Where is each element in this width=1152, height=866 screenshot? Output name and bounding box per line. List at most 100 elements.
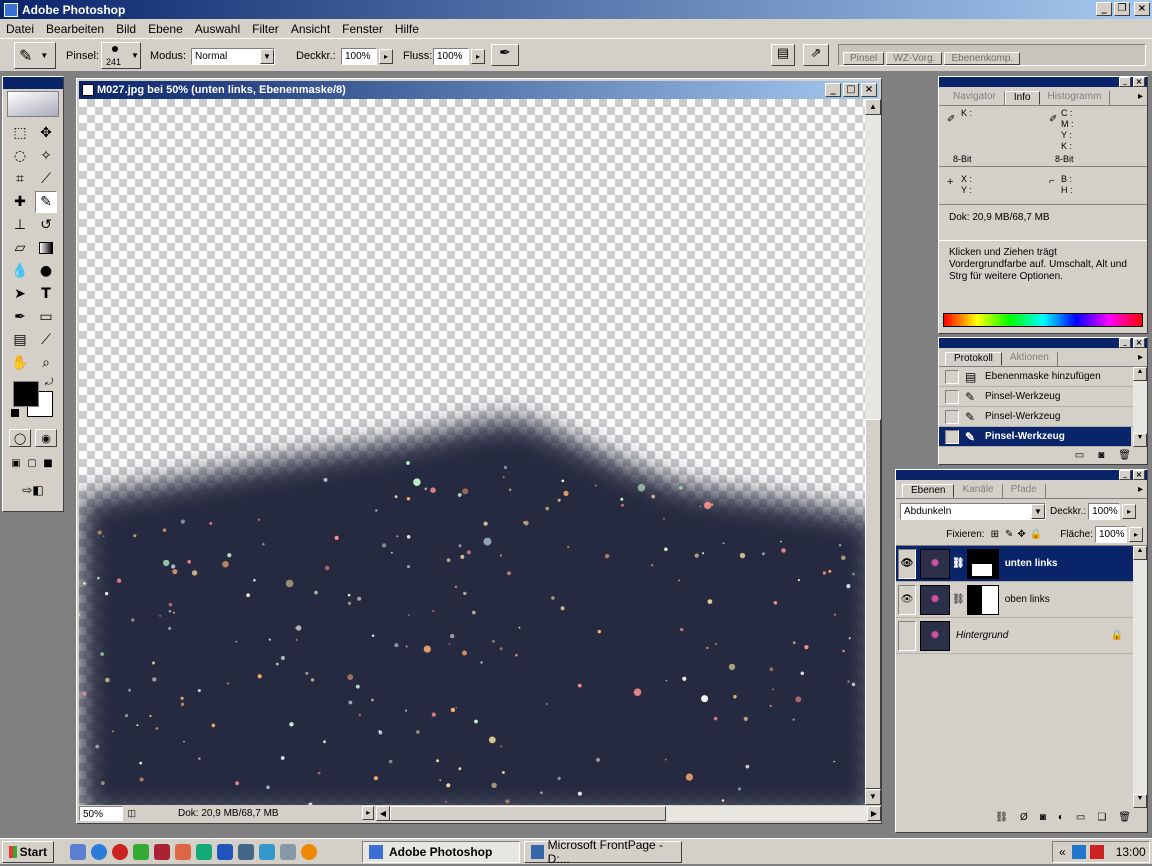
clone-stamp-tool-icon[interactable]: ⊥ [9, 214, 31, 236]
menu-fenster[interactable]: Fenster [336, 22, 389, 36]
scroll-down-arrow-icon[interactable]: ▼ [1133, 794, 1147, 808]
access-icon[interactable] [154, 844, 170, 860]
well-tab-wz-vorg[interactable]: WZ-Vorg. [886, 52, 943, 65]
healing-brush-tool-icon[interactable]: ✚ [9, 191, 31, 213]
powerpoint-icon[interactable] [175, 844, 191, 860]
crop-tool-icon[interactable]: ⌗ [9, 168, 31, 190]
new-document-from-state-icon[interactable]: ▭ [1075, 450, 1084, 461]
pen-tool-icon[interactable]: ✒ [9, 306, 31, 328]
outlook-icon[interactable] [238, 844, 254, 860]
document-title-bar[interactable]: M027.jpg bei 50% (unten links, Ebenenmas… [79, 81, 879, 99]
doc-minimize-icon[interactable]: _ [825, 83, 841, 97]
panel-minimize-icon[interactable]: _ [1119, 470, 1131, 480]
history-item-selected[interactable]: ✎ Pinsel-Werkzeug [939, 427, 1131, 447]
zoom-field[interactable]: 50% [79, 805, 124, 821]
scroll-down-arrow-icon[interactable]: ▼ [1133, 433, 1147, 447]
link-icon[interactable]: ⛓ [952, 558, 965, 569]
visibility-eye-icon[interactable] [898, 620, 916, 651]
mode-select[interactable]: Normal ▼ [191, 48, 275, 65]
layer-row-selected[interactable]: 👁 ⛓ unten links [896, 546, 1133, 582]
gradient-tool-icon[interactable] [35, 237, 57, 259]
panel-menu-icon[interactable]: ▸ [1138, 352, 1143, 366]
screen-mode-full-menu-icon[interactable]: ▢ [25, 455, 39, 471]
slice-tool-icon[interactable]: ⟋ [35, 168, 57, 190]
rectangle-tool-icon[interactable]: ▭ [35, 306, 57, 328]
scroll-right-arrow-icon[interactable]: ▶ [867, 805, 881, 821]
tab-navigator[interactable]: Navigator [945, 91, 1005, 105]
tab-ebenen[interactable]: Ebenen [902, 484, 955, 498]
zoom-tool-icon[interactable]: ⌕ [35, 352, 57, 374]
doc-maximize-icon[interactable]: □ [843, 83, 859, 97]
media-player-icon[interactable] [301, 844, 317, 860]
panel-minimize-icon[interactable]: _ [1119, 77, 1131, 87]
menu-bild[interactable]: Bild [110, 22, 142, 36]
menu-auswahl[interactable]: Auswahl [189, 22, 246, 36]
layers-panel-header[interactable]: _ × [896, 470, 1147, 480]
marquee-tool-icon[interactable]: ⬚ [9, 122, 31, 144]
standard-mode-icon[interactable]: ◯ [9, 429, 31, 447]
menu-ansicht[interactable]: Ansicht [285, 22, 336, 36]
opera-icon[interactable] [112, 844, 128, 860]
layer-style-icon[interactable]: Ø [1020, 812, 1028, 823]
tab-protokoll[interactable]: Protokoll [945, 352, 1002, 366]
panel-close-icon[interactable]: × [1133, 470, 1145, 480]
internet-explorer-icon[interactable] [91, 844, 107, 860]
horizontal-scroll-thumb[interactable] [390, 805, 666, 821]
dodge-tool-icon[interactable]: ● [35, 260, 57, 282]
visibility-eye-icon[interactable]: 👁 [898, 548, 916, 579]
history-brush-tool-icon[interactable]: ↺ [35, 214, 57, 236]
chevron-down-icon[interactable]: ▼ [260, 49, 274, 64]
history-item[interactable]: ✎ Pinsel-Werkzeug [939, 387, 1147, 407]
tab-info[interactable]: Info [1004, 91, 1040, 105]
eraser-tool-icon[interactable]: ▱ [9, 237, 31, 259]
vertical-scroll-thumb[interactable] [865, 419, 881, 789]
snapshot-icon[interactable]: ◙ [1098, 450, 1104, 461]
trash-icon[interactable]: 🗑 [1118, 450, 1131, 461]
panel-minimize-icon[interactable]: _ [1119, 338, 1131, 348]
menu-filter[interactable]: Filter [246, 22, 285, 36]
screen-mode-standard-icon[interactable]: ▣ [9, 455, 23, 471]
antivirus-icon[interactable] [1089, 845, 1104, 859]
visibility-eye-icon[interactable]: 👁 [898, 584, 916, 615]
new-group-icon[interactable]: ▭ [1076, 812, 1085, 823]
link-layers-icon[interactable]: ⛓ [995, 812, 1008, 823]
excel-icon[interactable] [196, 844, 212, 860]
layer-opacity-slider-toggle[interactable]: ▸ [1122, 504, 1137, 519]
word-icon[interactable] [217, 844, 233, 860]
restore-icon[interactable]: ❐ [1114, 2, 1130, 16]
toolbox-title-bar[interactable] [3, 77, 63, 89]
notes-tool-icon[interactable]: ▤ [9, 329, 31, 351]
menu-hilfe[interactable]: Hilfe [389, 22, 425, 36]
tab-aktionen[interactable]: Aktionen [1002, 352, 1058, 366]
minimize-icon[interactable]: _ [1096, 2, 1112, 16]
flow-slider-toggle[interactable]: ▸ [471, 49, 485, 64]
lasso-tool-icon[interactable]: ◌ [9, 145, 31, 167]
layer-mask-thumbnail[interactable] [966, 548, 999, 579]
app-title-bar[interactable]: Adobe Photoshop _ ❐ × [0, 0, 1152, 19]
layer-name[interactable]: Hintergrund [956, 630, 1008, 641]
quickmask-mode-icon[interactable]: ◉ [35, 429, 57, 447]
opacity-slider-toggle[interactable]: ▸ [379, 49, 393, 64]
well-tab-ebenenkomp[interactable]: Ebenenkomp. [944, 52, 1021, 65]
notepad-icon[interactable] [280, 844, 296, 860]
menu-ebene[interactable]: Ebene [142, 22, 189, 36]
close-icon[interactable]: × [1134, 2, 1150, 16]
status-arrow-icon[interactable]: ▸ [362, 806, 374, 820]
fill-slider-toggle[interactable]: ▸ [1129, 527, 1143, 542]
chevron-down-icon[interactable]: ▼ [1031, 504, 1045, 519]
monitor-icon[interactable] [133, 844, 149, 860]
blend-mode-select[interactable]: Abdunkeln ▼ [900, 503, 1046, 520]
panel-close-icon[interactable]: × [1133, 77, 1145, 87]
add-mask-icon[interactable]: ◙ [1040, 812, 1046, 823]
layer-name[interactable]: oben links [1005, 594, 1050, 605]
tab-pfade[interactable]: Pfade [1003, 484, 1046, 498]
tab-kanaele[interactable]: Kanäle [954, 484, 1003, 498]
status-menu-icon[interactable]: ◫ [127, 808, 136, 819]
adjustment-layer-icon[interactable]: ◐ [1058, 812, 1064, 823]
history-item[interactable]: ✎ Pinsel-Werkzeug [939, 407, 1147, 427]
lock-transparency-icon[interactable]: ⊞ [991, 529, 999, 540]
tab-histogramm[interactable]: Histogramm [1040, 91, 1111, 105]
adobe-feather-logo[interactable] [7, 91, 59, 117]
scroll-left-arrow-icon[interactable]: ◀ [376, 805, 390, 821]
hand-tool-icon[interactable]: ✋ [9, 352, 31, 374]
